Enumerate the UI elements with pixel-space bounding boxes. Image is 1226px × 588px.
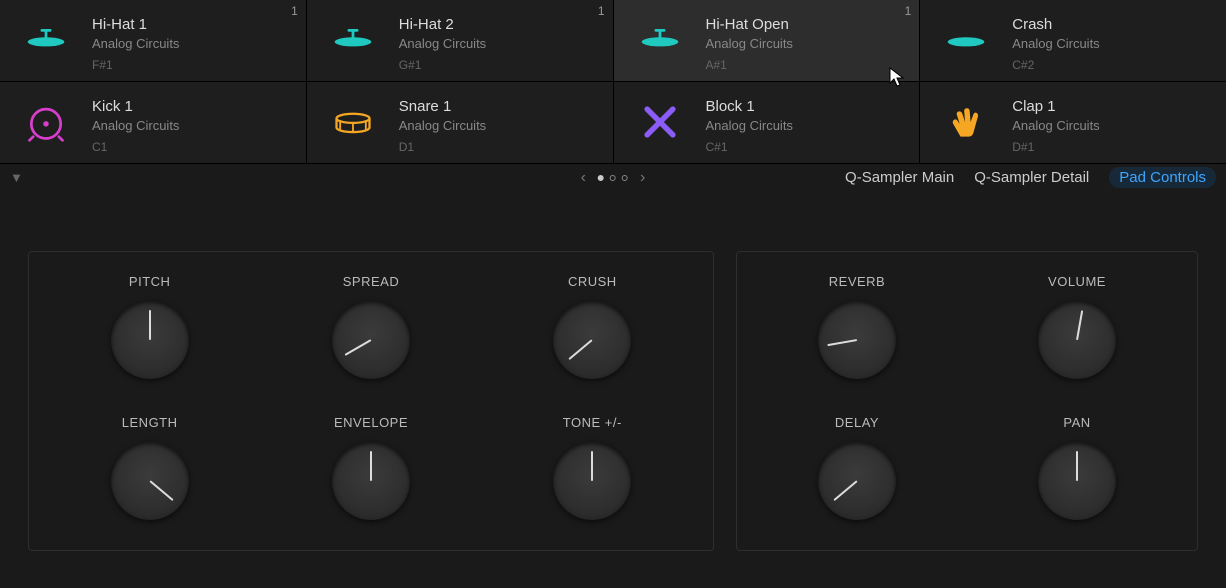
knob-envelope: ENVELOPE xyxy=(286,415,456,520)
hihat-icon xyxy=(16,14,76,66)
pad-note: C1 xyxy=(92,140,179,154)
drum-pad[interactable]: Hi-Hat 1 Analog Circuits F#1 1 xyxy=(0,0,306,81)
knob[interactable] xyxy=(553,442,631,520)
knob-label: SPREAD xyxy=(343,274,399,289)
drum-pad[interactable]: Hi-Hat Open Analog Circuits A#1 1 xyxy=(614,0,920,81)
knob[interactable] xyxy=(1038,301,1116,379)
pad-badge: 1 xyxy=(905,4,912,18)
knob-pitch: PITCH xyxy=(65,274,235,379)
crash-icon xyxy=(936,14,996,66)
knob-length: LENGTH xyxy=(65,415,235,520)
knob-label: CRUSH xyxy=(568,274,617,289)
knob-label: LENGTH xyxy=(122,415,178,430)
pad-note: D#1 xyxy=(1012,140,1099,154)
knob-label: VOLUME xyxy=(1048,274,1106,289)
knob-label: DELAY xyxy=(835,415,879,430)
pad-badge: 1 xyxy=(291,4,298,18)
pad-kit: Analog Circuits xyxy=(706,118,793,133)
knob[interactable] xyxy=(111,301,189,379)
knob[interactable] xyxy=(332,442,410,520)
sticks-icon xyxy=(630,96,690,148)
page-dots[interactable] xyxy=(598,175,628,181)
knob-label: REVERB xyxy=(829,274,885,289)
pad-text: Crash Analog Circuits C#2 xyxy=(1012,14,1099,72)
toolbar: ▼ ‹ › Q-Sampler Main Q-Sampler Detail Pa… xyxy=(0,163,1226,191)
pad-name: Clap 1 xyxy=(1012,98,1099,115)
knob-delay: DELAY xyxy=(772,415,942,520)
pad-controls-area: PITCH SPREAD CRUSH LENGTH ENVELOPE TONE … xyxy=(0,191,1226,571)
clap-icon xyxy=(936,96,996,148)
pad-text: Hi-Hat Open Analog Circuits A#1 xyxy=(706,14,793,72)
pad-note: G#1 xyxy=(399,58,486,72)
disclosure-triangle-icon[interactable]: ▼ xyxy=(10,170,23,185)
drum-pad[interactable]: Block 1 Analog Circuits C#1 xyxy=(614,82,920,163)
pad-text: Hi-Hat 2 Analog Circuits G#1 xyxy=(399,14,486,72)
drum-pad[interactable]: Kick 1 Analog Circuits C1 xyxy=(0,82,306,163)
tab-pad-controls[interactable]: Pad Controls xyxy=(1109,167,1216,188)
pad-kit: Analog Circuits xyxy=(1012,36,1099,51)
knob-volume: VOLUME xyxy=(992,274,1162,379)
pad-name: Snare 1 xyxy=(399,98,486,115)
pad-text: Hi-Hat 1 Analog Circuits F#1 xyxy=(92,14,179,72)
pad-name: Kick 1 xyxy=(92,98,179,115)
pad-note: F#1 xyxy=(92,58,179,72)
knob-label: PAN xyxy=(1063,415,1090,430)
drum-pad[interactable]: Hi-Hat 2 Analog Circuits G#1 1 xyxy=(307,0,613,81)
knob-tone-: TONE +/- xyxy=(507,415,677,520)
pad-text: Snare 1 Analog Circuits D1 xyxy=(399,96,486,154)
next-page-icon[interactable]: › xyxy=(636,169,649,187)
knob-label: TONE +/- xyxy=(563,415,622,430)
knob-label: PITCH xyxy=(129,274,171,289)
knob-reverb: REVERB xyxy=(772,274,942,379)
view-tabs: Q-Sampler Main Q-Sampler Detail Pad Cont… xyxy=(845,167,1216,188)
drum-pad[interactable]: Snare 1 Analog Circuits D1 xyxy=(307,82,613,163)
pad-grid: Hi-Hat 1 Analog Circuits F#1 1 Hi-Hat 2 … xyxy=(0,0,1226,163)
sound-panel: PITCH SPREAD CRUSH LENGTH ENVELOPE TONE … xyxy=(28,251,714,551)
knob[interactable] xyxy=(1038,442,1116,520)
pad-note: C#1 xyxy=(706,140,793,154)
pad-name: Crash xyxy=(1012,16,1099,33)
pad-name: Hi-Hat Open xyxy=(706,16,793,33)
knob[interactable] xyxy=(332,301,410,379)
pad-name: Hi-Hat 1 xyxy=(92,16,179,33)
pad-note: A#1 xyxy=(706,58,793,72)
pad-note: C#2 xyxy=(1012,58,1099,72)
pad-note: D1 xyxy=(399,140,486,154)
kick-icon xyxy=(16,96,76,148)
drum-pad[interactable]: Crash Analog Circuits C#2 xyxy=(920,0,1226,81)
knob-pan: PAN xyxy=(992,415,1162,520)
hihat-icon xyxy=(323,14,383,66)
tab-qsampler-detail[interactable]: Q-Sampler Detail xyxy=(974,169,1089,186)
hihat-icon xyxy=(630,14,690,66)
knob[interactable] xyxy=(818,442,896,520)
knob-spread: SPREAD xyxy=(286,274,456,379)
pad-name: Block 1 xyxy=(706,98,793,115)
pad-kit: Analog Circuits xyxy=(1012,118,1099,133)
pad-badge: 1 xyxy=(598,4,605,18)
knob[interactable] xyxy=(818,301,896,379)
pad-kit: Analog Circuits xyxy=(92,118,179,133)
pad-kit: Analog Circuits xyxy=(399,118,486,133)
tab-qsampler-main[interactable]: Q-Sampler Main xyxy=(845,169,954,186)
snare-icon xyxy=(323,96,383,148)
pad-text: Block 1 Analog Circuits C#1 xyxy=(706,96,793,154)
knob[interactable] xyxy=(553,301,631,379)
prev-page-icon[interactable]: ‹ xyxy=(577,169,590,187)
pad-kit: Analog Circuits xyxy=(706,36,793,51)
pad-text: Clap 1 Analog Circuits D#1 xyxy=(1012,96,1099,154)
drum-pad[interactable]: Clap 1 Analog Circuits D#1 xyxy=(920,82,1226,163)
knob-crush: CRUSH xyxy=(507,274,677,379)
pad-kit: Analog Circuits xyxy=(399,36,486,51)
pad-text: Kick 1 Analog Circuits C1 xyxy=(92,96,179,154)
pad-name: Hi-Hat 2 xyxy=(399,16,486,33)
pad-kit: Analog Circuits xyxy=(92,36,179,51)
mix-panel: REVERB VOLUME DELAY PAN xyxy=(736,251,1198,551)
knob-label: ENVELOPE xyxy=(334,415,408,430)
pager: ‹ › xyxy=(577,169,650,187)
knob[interactable] xyxy=(111,442,189,520)
